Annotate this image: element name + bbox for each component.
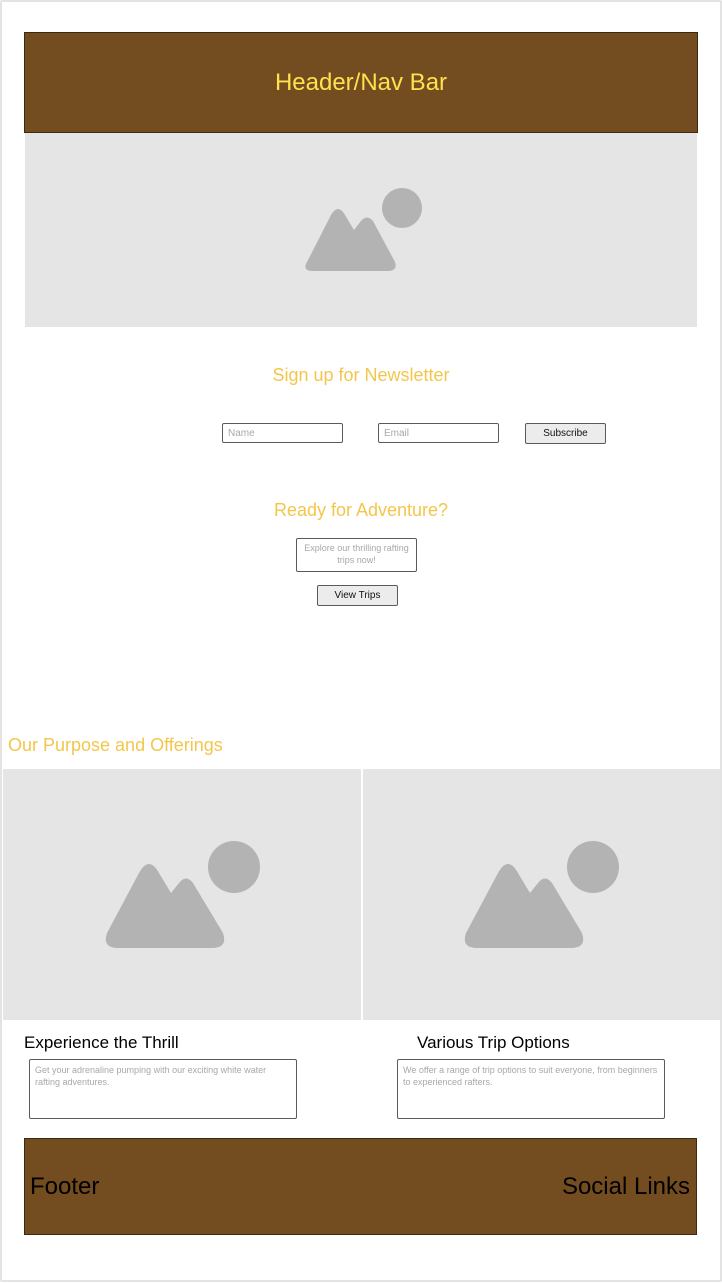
footer-label: Footer [30, 1173, 100, 1200]
header-nav-bar[interactable]: Header/Nav Bar [24, 32, 698, 133]
offering-title-trips: Various Trip Options [417, 1033, 570, 1052]
offering-description-thrill: Get your adrenaline pumping with our exc… [35, 1065, 267, 1087]
subscribe-button-label: Subscribe [543, 428, 588, 439]
offering-image-thrill [3, 769, 361, 1020]
offerings-title: Our Purpose and Offerings [8, 735, 223, 755]
adventure-title: Ready for Adventure? [273, 500, 449, 520]
image-placeholder-icon [464, 841, 619, 948]
name-input[interactable] [222, 423, 343, 443]
offering-description-trips: We offer a range of trip options to suit… [403, 1065, 658, 1087]
email-input[interactable] [378, 423, 499, 443]
view-trips-button-label: View Trips [334, 590, 381, 601]
subscribe-button[interactable]: Subscribe [525, 423, 606, 444]
offering-title-thrill: Experience the Thrill [24, 1033, 179, 1052]
image-placeholder-icon [305, 188, 422, 271]
offering-image-trips [363, 769, 720, 1020]
social-links[interactable]: Social Links [562, 1173, 690, 1201]
offering-description-box-trips: We offer a range of trip options to suit… [397, 1059, 665, 1119]
adventure-description: Explore our thrilling rafting trips now! [304, 543, 409, 565]
adventure-description-box: Explore our thrilling rafting trips now! [296, 538, 417, 572]
header-title: Header/Nav Bar [274, 68, 448, 96]
view-trips-button[interactable]: View Trips [317, 585, 398, 606]
image-placeholder-icon [105, 841, 260, 948]
newsletter-title: Sign up for Newsletter [272, 365, 450, 385]
hero-image [25, 133, 697, 327]
footer: Footer Social Links [24, 1138, 697, 1235]
offering-description-box-thrill: Get your adrenaline pumping with our exc… [29, 1059, 297, 1119]
